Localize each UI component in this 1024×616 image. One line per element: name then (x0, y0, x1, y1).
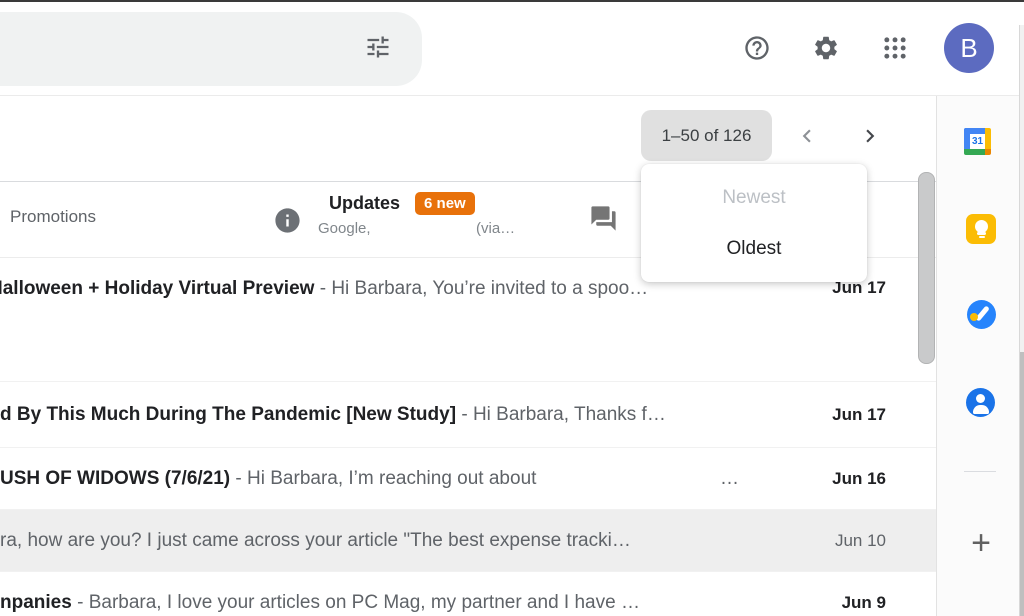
calendar-day-label: 31 (970, 134, 985, 149)
pagination-count-button[interactable]: 1–50 of 126 (641, 110, 772, 161)
separator: - (314, 278, 331, 299)
header: B (0, 0, 1024, 96)
gear-icon (812, 34, 840, 62)
email-date: Jun 10 (835, 531, 886, 551)
email-snippet-ellipsis: … (720, 468, 739, 490)
help-button[interactable] (743, 34, 771, 62)
email-summary: d By This Much During The Pandemic [New … (0, 404, 820, 426)
avatar[interactable]: B (944, 23, 994, 73)
email-summary: ra, how are you? I just came across your… (0, 530, 823, 552)
chevron-left-icon (794, 123, 820, 149)
search-options-button[interactable] (364, 33, 392, 61)
tab-promotions[interactable]: Promotions (10, 207, 96, 227)
settings-button[interactable] (812, 34, 840, 62)
email-date: Jun 16 (832, 469, 886, 489)
tune-icon (364, 33, 392, 61)
tab-updates-senders-right: (via… (476, 220, 515, 237)
gmail-window: B 1–50 of 126 Promotions Updates 6 new G… (0, 0, 1024, 616)
tab-updates-senders-left: Google, (318, 220, 476, 237)
sidebar-divider (964, 471, 996, 472)
get-addons-button[interactable]: + (967, 524, 995, 562)
email-list: Halloween + Holiday Virtual Preview - Hi… (0, 258, 936, 616)
header-divider (0, 95, 1024, 96)
email-subject: Halloween + Holiday Virtual Preview (0, 278, 314, 299)
newer-page-button[interactable] (793, 122, 821, 150)
email-summary: npanies - Barbara, I love your articles … (0, 592, 830, 614)
search-input[interactable] (0, 12, 422, 86)
tab-updates[interactable]: Updates 6 new Google,(via… (329, 192, 515, 237)
sort-menu: Newest Oldest (641, 164, 867, 282)
email-snippet: Hi Barbara, You’re invited to a spoo… (331, 278, 648, 299)
older-page-button[interactable] (856, 122, 884, 150)
email-subject: d By This Much During The Pandemic [New … (0, 404, 456, 425)
email-snippet: Hi Barbara, I’m reaching out about (247, 468, 536, 489)
separator: - (456, 404, 473, 425)
email-date: Jun 9 (842, 593, 886, 613)
email-date: Jun 17 (832, 405, 886, 425)
email-subject: npanies (0, 592, 72, 613)
tab-updates-label: Updates (329, 193, 400, 214)
email-row[interactable]: d By This Much During The Pandemic [New … (0, 381, 936, 447)
list-scrollbar-thumb[interactable] (918, 172, 935, 364)
tab-updates-senders: Google,(via… (329, 220, 515, 237)
sort-option-newest[interactable]: Newest (641, 172, 867, 223)
sidebar-item-contacts[interactable] (966, 388, 995, 417)
chevron-right-icon (857, 123, 883, 149)
chat-icon (589, 204, 618, 233)
email-snippet: ra, how are you? I just came across your… (0, 530, 631, 551)
window-scrollbar-thumb[interactable] (1020, 352, 1024, 616)
sidebar-item-calendar[interactable]: 31 (964, 128, 991, 155)
sidebar-item-tasks[interactable] (967, 300, 996, 329)
email-snippet: Hi Barbara, Thanks f… (473, 404, 666, 425)
plus-icon: + (971, 524, 991, 563)
email-snippet: Barbara, I love your articles on PC Mag,… (89, 592, 640, 613)
info-icon (273, 206, 302, 235)
calendar-icon (985, 128, 991, 149)
help-icon (743, 34, 771, 62)
chat-tab-button[interactable] (589, 204, 618, 233)
email-row[interactable]: npanies - Barbara, I love your articles … (0, 571, 936, 616)
new-badge: 6 new (415, 192, 475, 215)
email-row[interactable]: ra, how are you? I just came across your… (0, 509, 936, 571)
separator: - (72, 592, 89, 613)
email-subject: USH OF WIDOWS (7/6/21) (0, 468, 230, 489)
email-row[interactable]: USH OF WIDOWS (7/6/21) - Hi Barbara, I’m… (0, 447, 936, 509)
tab-info-button[interactable] (273, 206, 302, 235)
google-apps-button[interactable] (881, 34, 909, 62)
email-summary: USH OF WIDOWS (7/6/21) - Hi Barbara, I’m… (0, 468, 820, 490)
sort-option-oldest[interactable]: Oldest (641, 223, 867, 274)
contacts-icon (976, 394, 985, 403)
separator: - (230, 468, 247, 489)
window-top-edge (0, 0, 1024, 2)
sidebar-item-keep[interactable] (966, 214, 996, 244)
apps-grid-icon (881, 34, 909, 62)
